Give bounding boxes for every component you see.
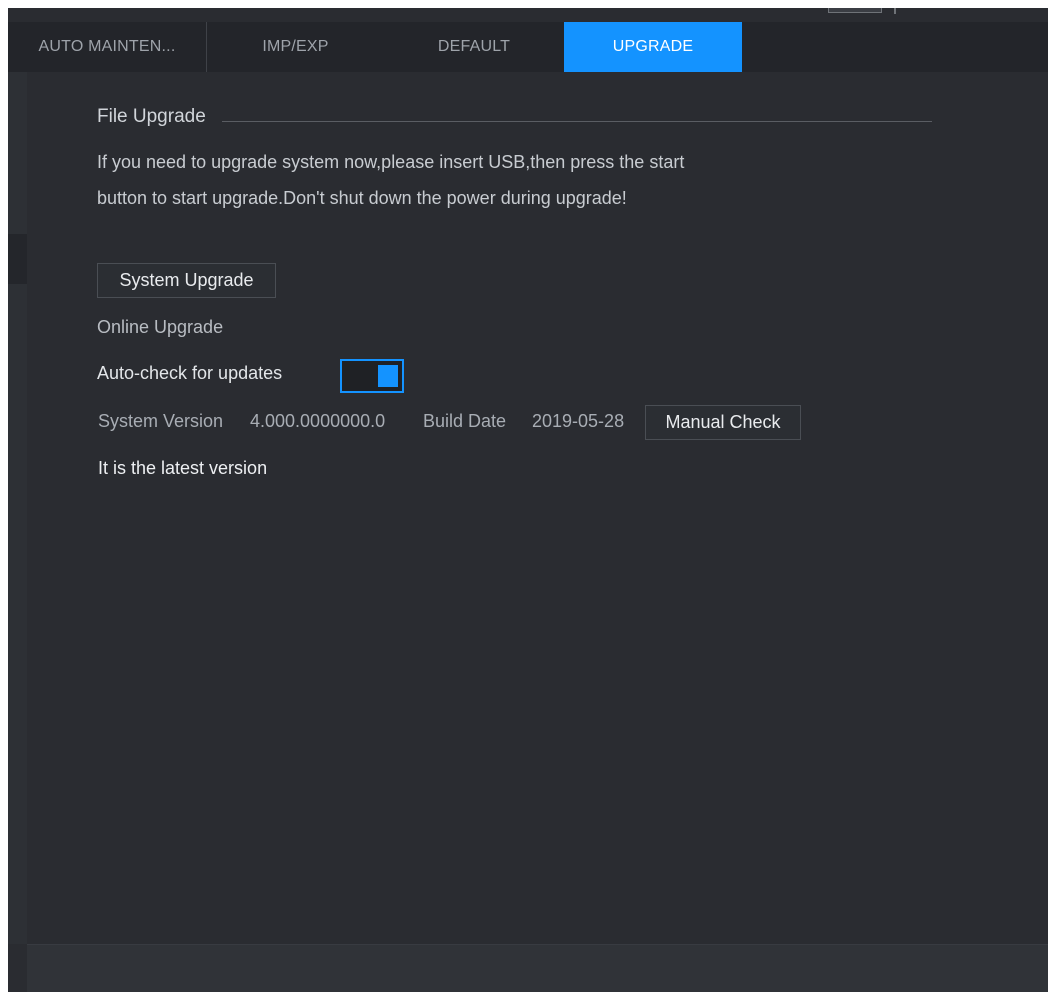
tab-default[interactable]: DEFAULT bbox=[384, 22, 564, 72]
build-date-value: 2019-05-28 bbox=[532, 411, 625, 431]
file-upgrade-section-title: File Upgrade bbox=[97, 106, 932, 128]
update-status-text: It is the latest version bbox=[98, 458, 268, 478]
bottom-action-bar bbox=[27, 944, 1048, 992]
top-control-fragment bbox=[828, 8, 882, 13]
settings-panel: AUTO MAINTEN... IMP/EXP DEFAULT UPGRADE … bbox=[8, 8, 1048, 992]
window-top-strip bbox=[8, 8, 1048, 22]
tab-label: IMP/EXP bbox=[262, 38, 329, 55]
section-title-text: File Upgrade bbox=[97, 106, 206, 127]
side-scroll-thumb[interactable] bbox=[8, 234, 27, 284]
instruction-line-1: If you need to upgrade system now,please… bbox=[97, 152, 685, 172]
auto-check-toggle[interactable] bbox=[340, 359, 404, 393]
auto-check-label: Auto-check for updates bbox=[97, 363, 283, 383]
tab-label: AUTO MAINTEN... bbox=[38, 38, 176, 55]
tab-label: DEFAULT bbox=[437, 38, 511, 55]
tab-upgrade[interactable]: UPGRADE bbox=[564, 22, 742, 72]
manual-check-button[interactable]: Manual Check bbox=[645, 405, 801, 440]
side-scroll-strip[interactable] bbox=[8, 72, 28, 944]
system-version-label: System Version bbox=[98, 411, 224, 431]
instruction-line-2: button to start upgrade.Don't shut down … bbox=[97, 188, 627, 208]
system-upgrade-button[interactable]: System Upgrade bbox=[97, 263, 276, 298]
section-divider bbox=[221, 120, 932, 122]
build-date-label: Build Date bbox=[423, 411, 507, 431]
tab-auto-maintenance[interactable]: AUTO MAINTEN... bbox=[8, 22, 207, 72]
system-version-value: 4.000.0000000.0 bbox=[250, 411, 386, 431]
upgrade-content: File Upgrade If you need to upgrade syst… bbox=[27, 72, 1048, 944]
toggle-knob bbox=[378, 365, 398, 387]
tab-imp-exp[interactable]: IMP/EXP bbox=[207, 22, 384, 72]
top-divider-fragment bbox=[894, 8, 896, 14]
upgrade-instructions: If you need to upgrade system now,please… bbox=[97, 144, 857, 216]
online-upgrade-label: Online Upgrade bbox=[97, 317, 224, 337]
tab-bar: AUTO MAINTEN... IMP/EXP DEFAULT UPGRADE bbox=[8, 22, 1048, 73]
tab-label: UPGRADE bbox=[612, 38, 694, 55]
